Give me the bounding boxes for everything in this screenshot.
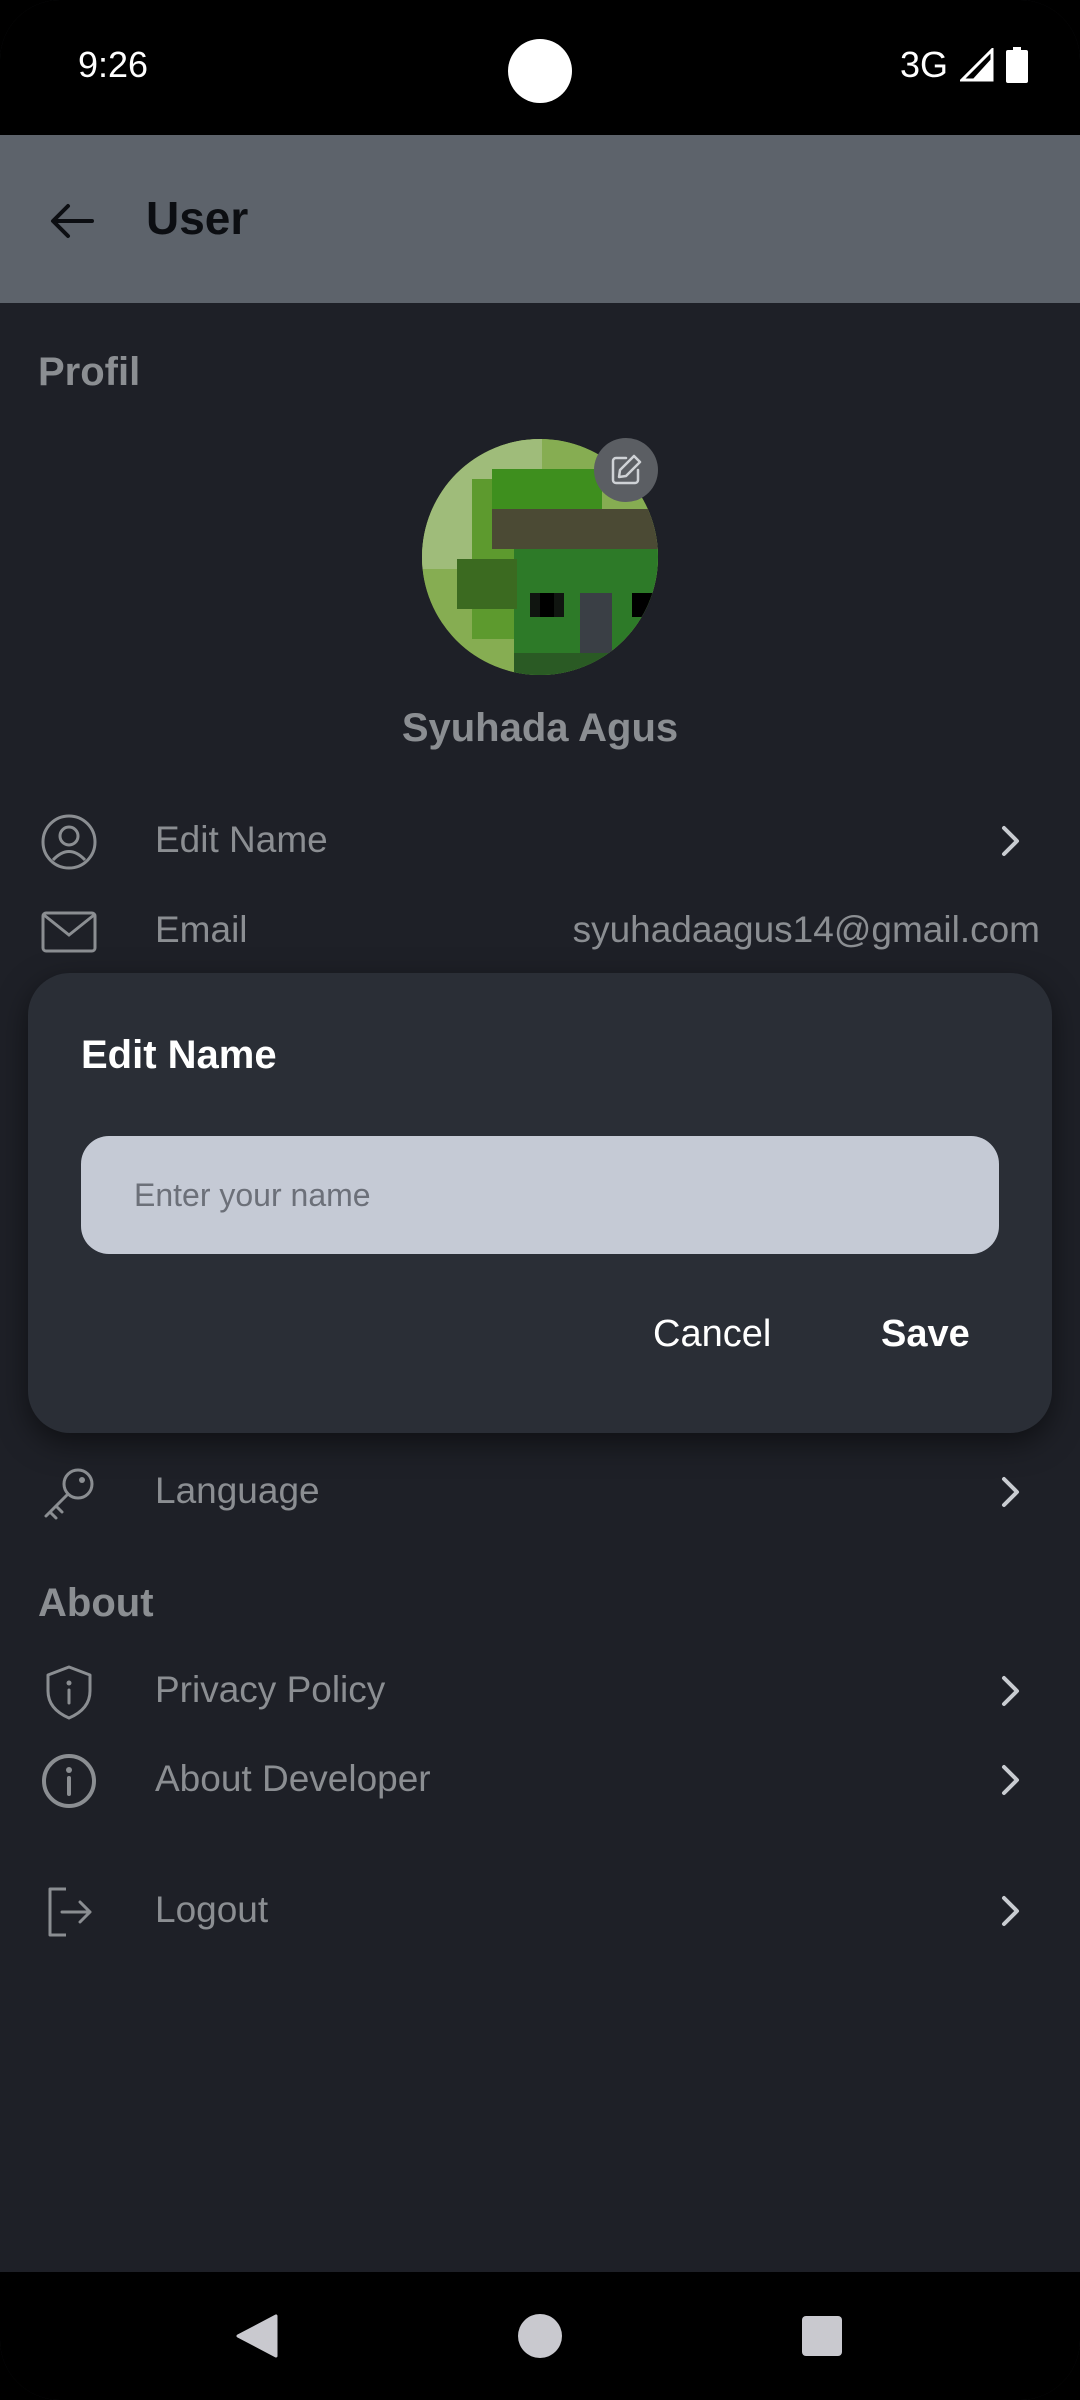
edit-name-dialog: Edit Name Cancel Save: [28, 973, 1052, 1433]
about-developer-label: About Developer: [155, 1758, 431, 1799]
arrow-left-icon[interactable]: [46, 195, 98, 247]
profile-name: Syuhada Agus: [401, 706, 679, 750]
edit-icon: [611, 454, 642, 485]
signal-icon: [960, 48, 994, 82]
edit-avatar-button[interactable]: [594, 438, 658, 502]
logout-icon: [48, 1887, 92, 1937]
screen: 9:26 3G User Profil Syuhada Agus Edit Na…: [0, 0, 1080, 2400]
page-title: User: [146, 192, 249, 244]
app-bar: User: [0, 135, 1080, 303]
chevron-right-icon: [1002, 826, 1019, 856]
name-input[interactable]: [81, 1136, 999, 1254]
chevron-right-icon: [1002, 1676, 1019, 1706]
logout-label: Logout: [155, 1889, 269, 1930]
section-title-profil: Profil: [38, 350, 141, 394]
privacy-policy-row[interactable]: Privacy Policy: [0, 1651, 1080, 1731]
user-circle-icon: [41, 814, 97, 870]
edit-name-row[interactable]: Edit Name: [0, 801, 1080, 881]
about-developer-row[interactable]: About Developer: [0, 1740, 1080, 1820]
navigation-bar: [0, 2272, 1080, 2400]
nav-back-icon[interactable]: [236, 2314, 278, 2358]
edit-name-label: Edit Name: [155, 819, 328, 860]
status-time: 9:26: [78, 44, 149, 85]
email-row: Email syuhadaagus14@gmail.com: [0, 891, 1080, 971]
privacy-policy-label: Privacy Policy: [155, 1669, 386, 1710]
status-indicators: 3G: [900, 44, 1028, 86]
email-label: Email: [155, 909, 248, 950]
logout-row[interactable]: Logout: [0, 1871, 1080, 1951]
save-button[interactable]: Save: [881, 1313, 970, 1356]
chevron-right-icon: [1002, 1896, 1019, 1926]
cancel-button[interactable]: Cancel: [653, 1313, 771, 1356]
key-icon: [44, 1468, 94, 1520]
nav-recents-icon[interactable]: [802, 2316, 842, 2356]
language-row[interactable]: Language: [0, 1452, 1080, 1532]
chevron-right-icon: [1002, 1477, 1019, 1507]
shield-info-icon: [46, 1665, 92, 1720]
network-type: 3G: [899, 44, 948, 85]
chevron-right-icon: [1002, 1765, 1019, 1795]
nav-home-icon[interactable]: [518, 2314, 562, 2358]
battery-icon: [1006, 47, 1028, 83]
camera-cutout: [508, 39, 572, 103]
status-bar: 9:26 3G: [0, 0, 1080, 135]
info-icon: [42, 1754, 96, 1808]
mail-icon: [41, 911, 97, 953]
dialog-title: Edit Name: [81, 1033, 277, 1077]
section-title-about: About: [38, 1581, 154, 1625]
email-value: syuhadaagus14@gmail.com: [572, 909, 1040, 950]
language-label: Language: [155, 1470, 320, 1511]
